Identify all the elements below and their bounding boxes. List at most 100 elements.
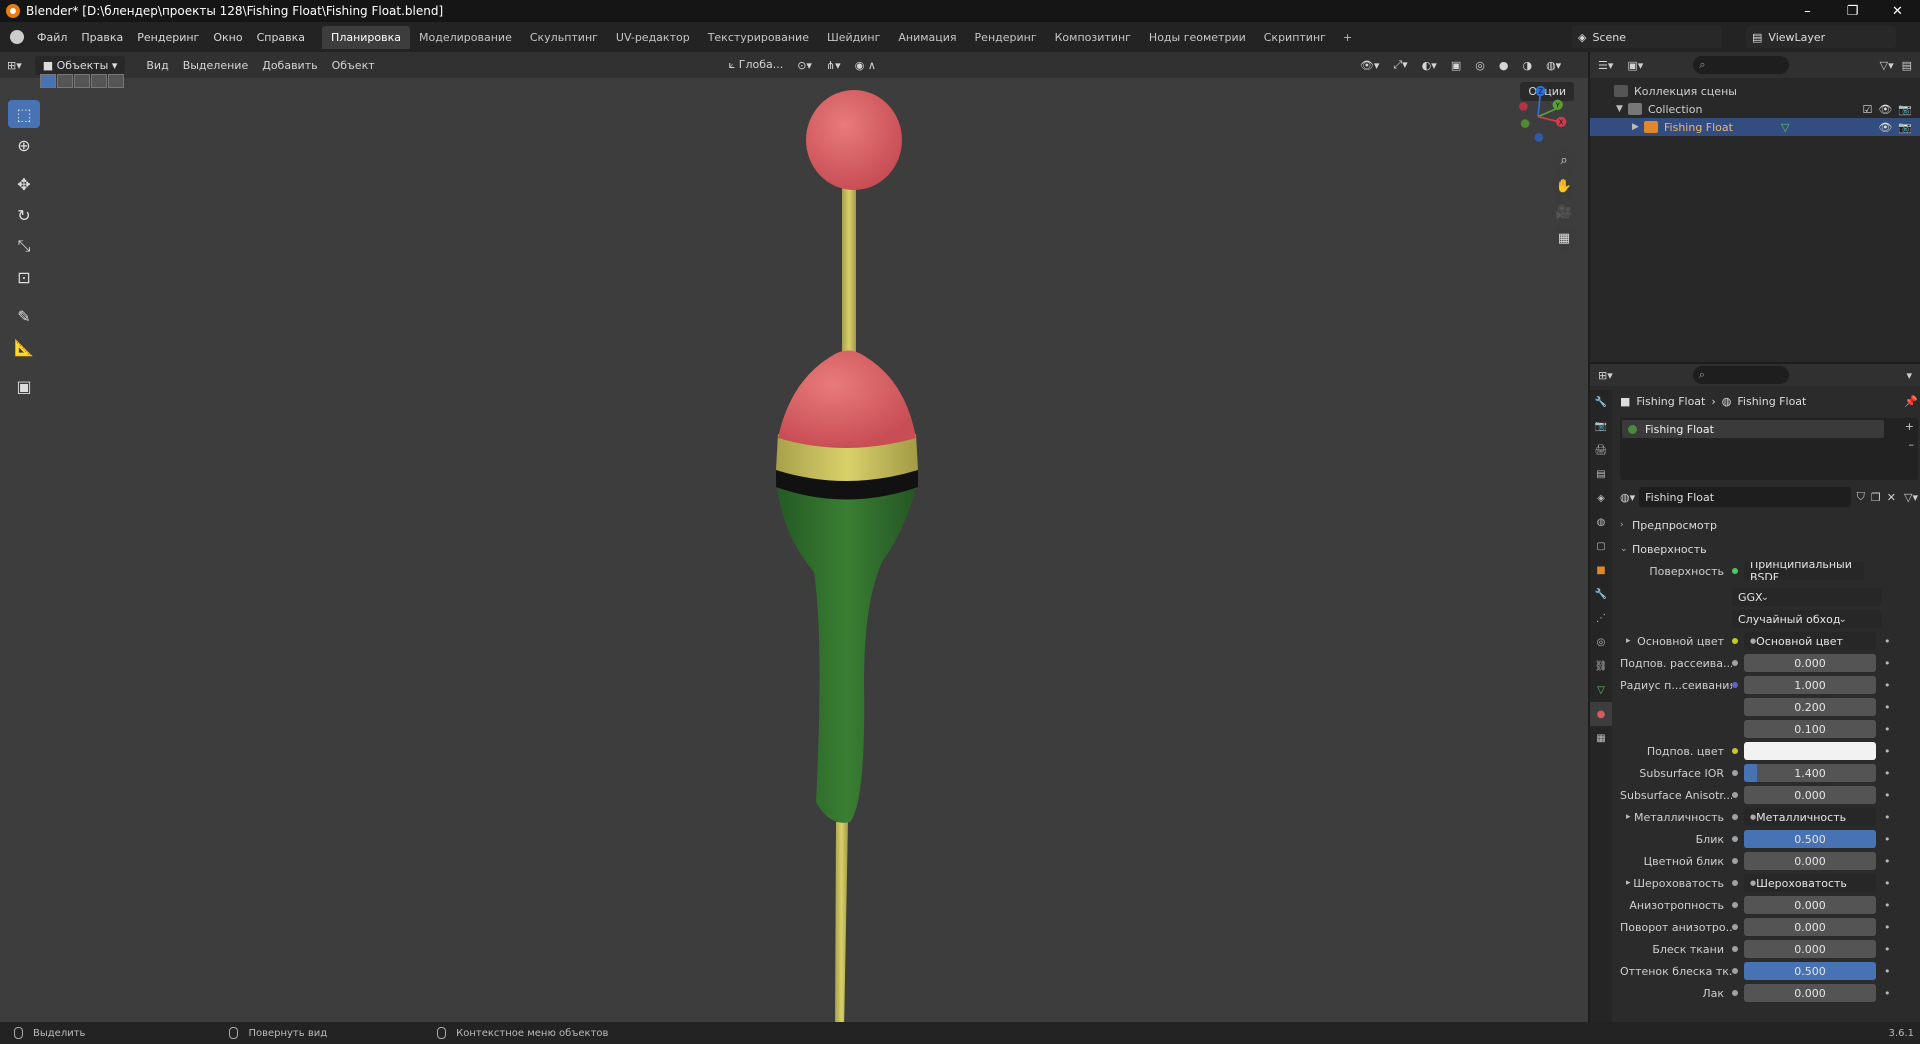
input-socket-icon[interactable]: [1732, 858, 1738, 864]
menu-file[interactable]: Файл: [30, 31, 74, 44]
tab-shading[interactable]: Шейдинг: [818, 26, 889, 49]
number-field[interactable]: 0.000: [1744, 654, 1876, 672]
3d-viewport[interactable]: ⊞▾ ■ Объекты ▾ Вид Выделение Добавить Об…: [0, 52, 1588, 1022]
input-socket-icon[interactable]: [1732, 946, 1738, 952]
object-tab-icon[interactable]: ■: [1590, 558, 1612, 582]
snap-icon[interactable]: ⋔▾: [819, 59, 848, 72]
keyframe-dot-icon[interactable]: •: [1884, 657, 1891, 670]
add-workspace-button[interactable]: +: [1335, 26, 1360, 49]
transform-tool-icon[interactable]: ⊡: [8, 263, 40, 291]
material-name-field[interactable]: Fishing Float: [1639, 487, 1851, 507]
number-field[interactable]: 0.100: [1744, 720, 1876, 738]
keyframe-dot-icon[interactable]: •: [1884, 745, 1891, 758]
expand-arrow-icon[interactable]: ▸: [1626, 878, 1631, 888]
shading-material-icon[interactable]: ◑: [1515, 59, 1539, 72]
input-socket-icon[interactable]: [1732, 880, 1738, 886]
close-button[interactable]: ✕: [1875, 0, 1920, 22]
select-extend-icon[interactable]: [57, 74, 73, 88]
add-cube-tool-icon[interactable]: ▣: [8, 372, 40, 400]
menu-help[interactable]: Справка: [250, 31, 312, 44]
tab-uv-editing[interactable]: UV-редактор: [607, 26, 699, 49]
properties-search-input[interactable]: ⌕: [1692, 366, 1789, 384]
move-tool-icon[interactable]: ✥: [8, 170, 40, 198]
linked-input-field[interactable]: ● Шероховатость: [1744, 874, 1876, 892]
number-field[interactable]: 0.500: [1744, 962, 1876, 980]
data-tab-icon[interactable]: ▽: [1590, 678, 1612, 702]
navigation-gizmo[interactable]: Z Y X: [1508, 80, 1568, 150]
section-surface[interactable]: ⌄ Поверхность: [1620, 538, 1918, 560]
properties-editor-type-icon[interactable]: ⊞▾: [1598, 369, 1613, 382]
world-tab-icon[interactable]: ◍: [1590, 510, 1612, 534]
linked-input-field[interactable]: ● Металличность: [1744, 808, 1876, 826]
color-swatch[interactable]: [1744, 742, 1876, 760]
number-field[interactable]: 0.000: [1744, 786, 1876, 804]
visibility-eye-icon[interactable]: 👁: [1878, 103, 1892, 116]
select-invert-icon[interactable]: [91, 74, 107, 88]
menu-window[interactable]: Окно: [206, 31, 249, 44]
ortho-grid-icon[interactable]: ▦: [1552, 226, 1576, 250]
render-camera-icon[interactable]: 📷: [1898, 103, 1912, 116]
material-slot[interactable]: Fishing Float: [1622, 420, 1884, 438]
measure-tool-icon[interactable]: 📐: [8, 333, 40, 361]
mesh-data-icon[interactable]: ▽: [1781, 121, 1789, 134]
keyframe-dot-icon[interactable]: •: [1884, 921, 1891, 934]
scale-tool-icon[interactable]: ⤡: [8, 232, 40, 260]
distribution-dropdown[interactable]: GGX ⌄: [1732, 588, 1882, 606]
keyframe-dot-icon[interactable]: •: [1884, 877, 1891, 890]
transform-orientation-dropdown[interactable]: ⟀ Глоба...: [722, 58, 791, 72]
menu-view[interactable]: Вид: [139, 59, 175, 72]
subsurface-method-dropdown[interactable]: Случайный обход ⌄: [1732, 610, 1882, 628]
overlay-toggle-icon[interactable]: ◐▾: [1415, 59, 1444, 72]
rotate-tool-icon[interactable]: ↻: [8, 201, 40, 229]
surface-shader-field[interactable]: Принципиальный BSDF: [1744, 562, 1864, 580]
expand-triangle-icon[interactable]: ▶: [1632, 122, 1644, 132]
exclude-checkbox-icon[interactable]: ☑: [1862, 103, 1872, 116]
particles-tab-icon[interactable]: ⋰: [1590, 606, 1612, 630]
number-field[interactable]: 0.000: [1744, 896, 1876, 914]
fishing-float-model[interactable]: [740, 82, 980, 1022]
tab-geometry-nodes[interactable]: Ноды геометрии: [1140, 26, 1255, 49]
visibility-icon[interactable]: 👁▾: [1353, 59, 1387, 72]
shading-rendered-icon[interactable]: ◍▾: [1539, 59, 1568, 72]
keyframe-dot-icon[interactable]: •: [1884, 943, 1891, 956]
tab-animation[interactable]: Анимация: [889, 26, 965, 49]
view-layer-selector[interactable]: ▤ ViewLayer: [1746, 26, 1896, 48]
linked-input-field[interactable]: ● Основной цвет: [1744, 632, 1876, 650]
menu-object[interactable]: Объект: [325, 59, 382, 72]
minimize-button[interactable]: –: [1785, 0, 1830, 22]
new-collection-icon[interactable]: ▤: [1902, 59, 1912, 72]
input-socket-icon[interactable]: [1732, 836, 1738, 842]
number-field[interactable]: 0.500: [1744, 830, 1876, 848]
input-socket-icon[interactable]: [1732, 748, 1738, 754]
keyframe-dot-icon[interactable]: •: [1884, 965, 1891, 978]
pan-hand-icon[interactable]: ✋: [1552, 174, 1576, 198]
shading-solid-icon[interactable]: ●: [1492, 59, 1516, 72]
keyframe-dot-icon[interactable]: •: [1884, 723, 1891, 736]
tab-sculpting[interactable]: Скульптинг: [521, 26, 607, 49]
add-slot-button[interactable]: +: [1905, 420, 1914, 433]
cursor-tool-icon[interactable]: ⊕: [8, 131, 40, 159]
pin-icon[interactable]: 📌: [1904, 395, 1918, 408]
keyframe-dot-icon[interactable]: •: [1884, 855, 1891, 868]
visibility-eye-icon[interactable]: 👁: [1878, 121, 1892, 134]
tab-texture-paint[interactable]: Текстурирование: [699, 26, 818, 49]
outliner-search-input[interactable]: ⌕: [1693, 56, 1790, 74]
tab-layout[interactable]: Планировка: [322, 25, 411, 49]
keyframe-dot-icon[interactable]: •: [1884, 811, 1891, 824]
zoom-icon[interactable]: ⌕: [1552, 148, 1576, 172]
keyframe-dot-icon[interactable]: •: [1884, 899, 1891, 912]
material-browse-icon[interactable]: ◍▾: [1620, 491, 1635, 504]
outliner-editor-type-icon[interactable]: ☰▾: [1598, 59, 1613, 72]
collapse-triangle-icon[interactable]: ▼: [1616, 104, 1628, 114]
tab-rendering[interactable]: Рендеринг: [966, 26, 1046, 49]
link-filter-icon[interactable]: ▽▾: [1904, 491, 1918, 504]
chevron-down-icon[interactable]: ▾: [1906, 369, 1912, 382]
tab-scripting[interactable]: Скриптинг: [1255, 26, 1335, 49]
duplicate-icon[interactable]: ❐: [1871, 491, 1881, 504]
tab-compositing[interactable]: Композитинг: [1046, 26, 1140, 49]
proportional-edit-icon[interactable]: ◉ ∧: [848, 59, 883, 72]
maximize-button[interactable]: ❐: [1830, 0, 1875, 22]
select-new-icon[interactable]: [40, 74, 56, 88]
menu-edit[interactable]: Правка: [74, 31, 130, 44]
select-box-tool-icon[interactable]: ⬚: [8, 100, 40, 128]
